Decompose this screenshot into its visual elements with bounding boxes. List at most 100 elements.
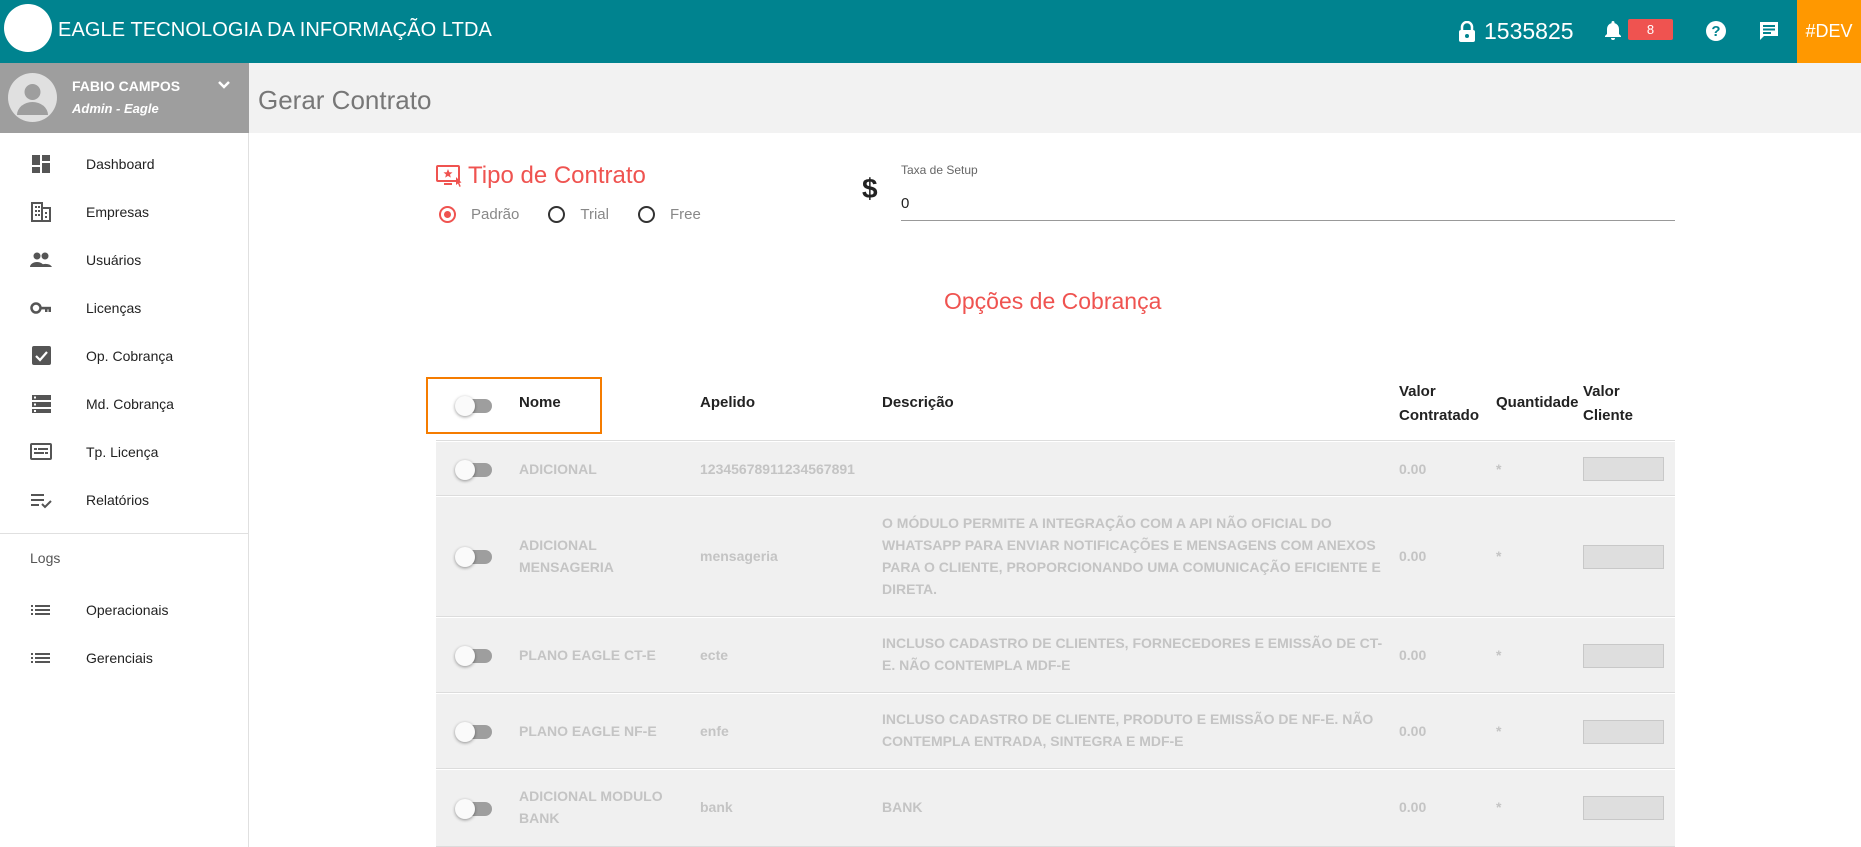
row-valor-contratado: 0.00 bbox=[1399, 723, 1427, 739]
row-toggle[interactable] bbox=[455, 547, 492, 567]
list-icon bbox=[31, 653, 50, 663]
sidebar-item-md-cobranca[interactable]: Md. Cobrança bbox=[0, 381, 248, 427]
sidebar-item-label: Operacionais bbox=[86, 602, 169, 618]
playlist-check-icon bbox=[31, 494, 52, 509]
row-quantidade: * bbox=[1496, 647, 1502, 663]
logs-section-label: Logs bbox=[30, 550, 61, 566]
column-header-line: Cliente bbox=[1583, 407, 1634, 424]
contract-type-radio-group: Padrão Trial Free bbox=[439, 206, 730, 223]
sidebar-item-label: Empresas bbox=[86, 204, 150, 220]
top-bar: EAGLE TECNOLOGIA DA INFORMAÇÃO LTDA 1535… bbox=[0, 0, 1861, 63]
people-icon bbox=[30, 252, 52, 267]
radio-trial[interactable]: Trial bbox=[548, 206, 609, 223]
row-valor-cliente-input[interactable] bbox=[1583, 545, 1664, 569]
billing-options-title: Opções de Cobrança bbox=[944, 288, 1162, 314]
radio-label: Padrão bbox=[471, 206, 520, 223]
radio-circle[interactable] bbox=[548, 206, 566, 223]
column-header-valor-contratado[interactable]: Valor Contratado bbox=[1399, 380, 1479, 428]
sidebar-item-licencas[interactable]: Licenças bbox=[0, 285, 248, 331]
row-toggle[interactable] bbox=[455, 722, 492, 742]
radio-circle[interactable] bbox=[637, 206, 655, 223]
env-tag[interactable]: #DEV bbox=[1797, 0, 1861, 63]
user-panel[interactable]: FABIO CAMPOS Admin - Eagle bbox=[0, 63, 249, 133]
row-valor-contratado: 0.00 bbox=[1399, 461, 1427, 477]
notification-badge: 8 bbox=[1628, 19, 1673, 40]
sidebar-item-operacionais[interactable]: Operacionais bbox=[0, 587, 248, 633]
sidebar-item-label: Tp. Licença bbox=[86, 444, 159, 460]
row-nome: PLANO EAGLE NF-E bbox=[519, 723, 657, 739]
license-indicator[interactable]: 1535825 bbox=[1458, 18, 1574, 45]
bell-icon bbox=[1605, 20, 1621, 40]
row-descricao: INCLUSO CADASTRO DE CLIENTES, FORNECEDOR… bbox=[882, 635, 1383, 673]
sidebar-divider bbox=[0, 533, 248, 534]
radio-circle[interactable] bbox=[439, 206, 456, 223]
page-title: Gerar Contrato bbox=[258, 85, 432, 115]
sidebar-item-tp-licenca[interactable]: Tp. Licença bbox=[0, 429, 248, 475]
key-icon bbox=[30, 302, 51, 314]
sidebar-item-gerenciais[interactable]: Gerenciais bbox=[0, 635, 248, 681]
chat-icon[interactable] bbox=[1758, 20, 1780, 42]
row-apelido: enfe bbox=[700, 723, 729, 739]
sidebar-item-dashboard[interactable]: Dashboard bbox=[0, 141, 248, 187]
chevron-down-icon[interactable] bbox=[216, 77, 232, 93]
radio-label: Trial bbox=[580, 206, 609, 223]
subtitles-icon bbox=[30, 443, 52, 460]
row-valor-contratado: 0.00 bbox=[1399, 799, 1427, 815]
sidebar-item-op-cobranca[interactable]: Op. Cobrança bbox=[0, 333, 248, 379]
row-nome: ADICIONAL MODULO BANK bbox=[519, 788, 663, 826]
sidebar-item-label: Relatórios bbox=[86, 492, 150, 508]
sidebar-item-empresas[interactable]: Empresas bbox=[0, 189, 248, 235]
row-apelido: mensageria bbox=[700, 548, 778, 564]
sidebar-item-usuarios[interactable]: Usuários bbox=[0, 237, 248, 283]
table-row: PLANO EAGLE NF-E enfe INCLUSO CADASTRO D… bbox=[436, 694, 1675, 769]
sidebar-item-relatorios[interactable]: Relatórios bbox=[0, 477, 248, 523]
row-valor-cliente-input[interactable] bbox=[1583, 644, 1664, 668]
row-apelido: ecte bbox=[700, 647, 729, 663]
row-toggle[interactable] bbox=[455, 646, 492, 666]
dashboard-icon bbox=[32, 155, 50, 173]
building-icon bbox=[31, 202, 51, 222]
row-valor-cliente-input[interactable] bbox=[1583, 457, 1664, 481]
help-icon[interactable]: ? bbox=[1705, 20, 1727, 42]
row-valor-cliente-input[interactable] bbox=[1583, 720, 1664, 744]
row-nome: ADICIONAL bbox=[519, 461, 597, 477]
logo[interactable] bbox=[4, 4, 52, 52]
row-apelido: 12345678911234567891 bbox=[700, 461, 855, 477]
radio-padrao[interactable]: Padrão bbox=[439, 206, 519, 223]
billing-table-header: Nome Apelido Descrição Valor Contratado … bbox=[436, 373, 1675, 441]
column-header-apelido[interactable]: Apelido bbox=[700, 391, 755, 415]
table-row: PLANO EAGLE CT-E ecte INCLUSO CADASTRO D… bbox=[436, 618, 1675, 693]
row-valor-contratado: 0.00 bbox=[1399, 548, 1427, 564]
notifications-button[interactable]: 8 bbox=[1604, 19, 1673, 40]
table-row: ADICIONAL MODULO BANK bank BANK 0.00 * bbox=[436, 770, 1675, 847]
highlight-box bbox=[426, 377, 602, 434]
sidebar: FABIO CAMPOS Admin - Eagle Dashboard Emp… bbox=[0, 63, 249, 847]
company-name: EAGLE TECNOLOGIA DA INFORMAÇÃO LTDA bbox=[58, 19, 492, 41]
row-valor-cliente-input[interactable] bbox=[1583, 796, 1664, 820]
row-apelido: bank bbox=[700, 799, 733, 815]
lock-icon bbox=[1459, 20, 1475, 42]
row-toggle[interactable] bbox=[455, 460, 492, 480]
sidebar-item-label: Licenças bbox=[86, 300, 142, 316]
setup-fee-input[interactable] bbox=[901, 183, 1675, 221]
row-nome: PLANO EAGLE CT-E bbox=[519, 647, 656, 663]
contract-type-title: Tipo de Contrato bbox=[468, 162, 646, 189]
column-header-valor-cliente[interactable]: Valor Cliente bbox=[1583, 380, 1633, 428]
row-descricao: O MÓDULO PERMITE A INTEGRAÇÃO COM A API … bbox=[882, 515, 1381, 597]
radio-label: Free bbox=[669, 206, 701, 223]
row-valor-contratado: 0.00 bbox=[1399, 647, 1427, 663]
row-quantidade: * bbox=[1496, 799, 1502, 815]
radio-free[interactable]: Free bbox=[637, 206, 701, 223]
row-nome: ADICIONAL MENSAGERIA bbox=[519, 537, 614, 575]
checkbox-icon bbox=[32, 346, 51, 365]
row-toggle[interactable] bbox=[455, 799, 492, 819]
page-header: Gerar Contrato bbox=[249, 63, 1861, 133]
row-descricao: BANK bbox=[882, 799, 923, 815]
column-header-line: Valor bbox=[1399, 383, 1436, 400]
sidebar-item-label: Dashboard bbox=[86, 156, 155, 172]
list-icon bbox=[31, 605, 50, 615]
column-header-quantidade[interactable]: Quantidade bbox=[1496, 391, 1579, 415]
svg-text:?: ? bbox=[1711, 23, 1720, 40]
storage-icon bbox=[32, 395, 51, 413]
column-header-descricao[interactable]: Descrição bbox=[882, 391, 954, 415]
